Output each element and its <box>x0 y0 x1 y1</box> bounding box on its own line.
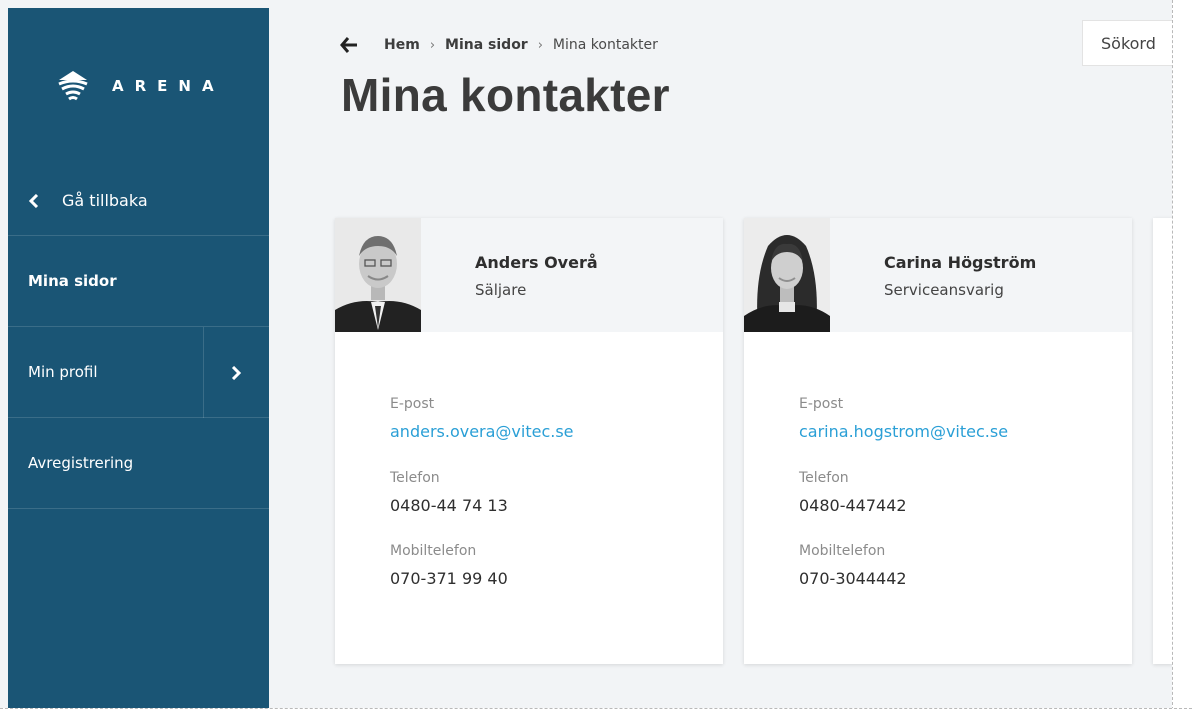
sidebar-item-min-profil[interactable]: Min profil <box>8 327 269 418</box>
sidebar-item-label: Avregistrering <box>28 454 134 472</box>
logo-text: ARENA <box>112 77 225 95</box>
mobile-value: 070-371 99 40 <box>390 569 508 588</box>
contact-card-header: Anders Overå Säljare <box>335 218 723 332</box>
contact-photo <box>744 218 830 332</box>
phone-value: 0480-44 74 13 <box>390 496 508 515</box>
torn-edge-right <box>1172 0 1192 720</box>
page-title: Mina kontakter <box>341 69 670 121</box>
contact-photo-image <box>744 218 830 332</box>
contact-card: Anders Overå Säljare E-post anders.overa… <box>335 218 723 664</box>
phone-label: Telefon <box>799 470 849 486</box>
expand-submenu-button[interactable] <box>203 327 269 418</box>
email-link[interactable]: anders.overa@vitec.se <box>390 422 574 441</box>
sidebar-item-label: Mina sidor <box>28 272 117 290</box>
mobile-label: Mobiltelefon <box>390 543 477 559</box>
sidebar-item-label: Min profil <box>28 363 98 381</box>
contact-card-partial <box>1153 218 1173 664</box>
sidebar-item-mina-sidor[interactable]: Mina sidor <box>8 236 269 327</box>
arrow-left-icon[interactable] <box>340 36 358 54</box>
breadcrumb-home[interactable]: Hem <box>384 37 420 53</box>
contact-name: Anders Overå <box>475 253 598 272</box>
contact-card: Carina Högström Serviceansvarig E-post c… <box>744 218 1132 664</box>
go-back-link[interactable]: Gå tillbaka <box>8 166 269 236</box>
sidebar: ARENA Gå tillbaka Mina sidor Min profil … <box>8 8 269 713</box>
sidebar-item-avregistrering[interactable]: Avregistrering <box>8 418 269 509</box>
breadcrumb: Hem › Mina sidor › Mina kontakter <box>340 33 658 57</box>
breadcrumb-mina-sidor[interactable]: Mina sidor <box>445 37 528 53</box>
phone-value: 0480-447442 <box>799 496 907 515</box>
mobile-label: Mobiltelefon <box>799 543 886 559</box>
phone-label: Telefon <box>390 470 440 486</box>
torn-edge-bottom <box>0 708 1192 720</box>
contact-name: Carina Högström <box>884 253 1037 272</box>
email-label: E-post <box>390 396 435 412</box>
chevron-left-icon <box>28 193 39 208</box>
email-link[interactable]: carina.hogstrom@vitec.se <box>799 422 1008 441</box>
arena-logo-icon <box>58 71 88 101</box>
contact-card-header: Carina Högström Serviceansvarig <box>744 218 1132 332</box>
mobile-value: 070-3044442 <box>799 569 907 588</box>
breadcrumb-separator: › <box>537 37 543 53</box>
breadcrumb-current: Mina kontakter <box>552 37 658 53</box>
chevron-right-icon <box>231 365 242 380</box>
contact-role: Säljare <box>475 281 527 299</box>
contact-photo-image <box>335 218 421 332</box>
contact-role: Serviceansvarig <box>884 281 1004 299</box>
go-back-label: Gå tillbaka <box>62 191 148 210</box>
breadcrumb-separator: › <box>429 37 436 53</box>
contact-photo <box>335 218 421 332</box>
arena-logo[interactable]: ARENA <box>56 66 225 106</box>
email-label: E-post <box>799 396 844 412</box>
